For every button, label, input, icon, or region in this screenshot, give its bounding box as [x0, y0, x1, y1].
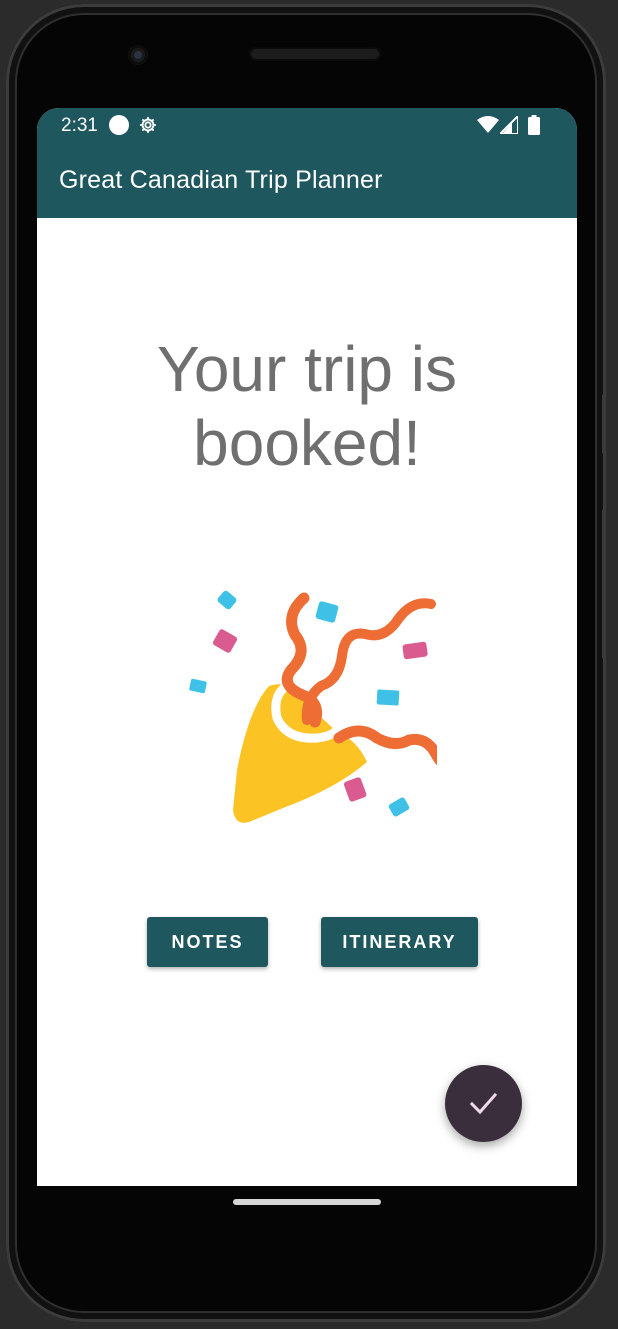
- front-camera: [128, 45, 148, 65]
- speaker-grille: [249, 47, 381, 61]
- signal-icon: [500, 116, 518, 134]
- wifi-icon: [477, 116, 499, 133]
- party-popper-icon: [189, 590, 437, 823]
- volume-button: [602, 394, 606, 454]
- itinerary-button[interactable]: ITINERARY: [321, 917, 478, 967]
- status-bar: 2:31: [37, 108, 577, 142]
- circle-icon: [109, 115, 129, 135]
- booking-headline: Your trip is booked!: [37, 332, 577, 480]
- power-button: [602, 509, 606, 659]
- home-indicator[interactable]: [233, 1199, 381, 1205]
- gear-icon: [140, 117, 156, 133]
- headline-line-1: Your trip is: [157, 333, 457, 405]
- status-time: 2:31: [61, 115, 98, 136]
- notes-button[interactable]: NOTES: [147, 917, 268, 967]
- app-title: Great Canadian Trip Planner: [59, 166, 383, 194]
- confirm-fab[interactable]: [445, 1065, 522, 1142]
- battery-icon: [528, 115, 540, 135]
- app-bar: Great Canadian Trip Planner: [37, 142, 577, 218]
- headline-line-2: booked!: [193, 407, 421, 479]
- device-screen: 2:31 Great Canadian Trip Planner Your tr…: [37, 108, 577, 1186]
- checkmark-icon: [470, 1092, 497, 1115]
